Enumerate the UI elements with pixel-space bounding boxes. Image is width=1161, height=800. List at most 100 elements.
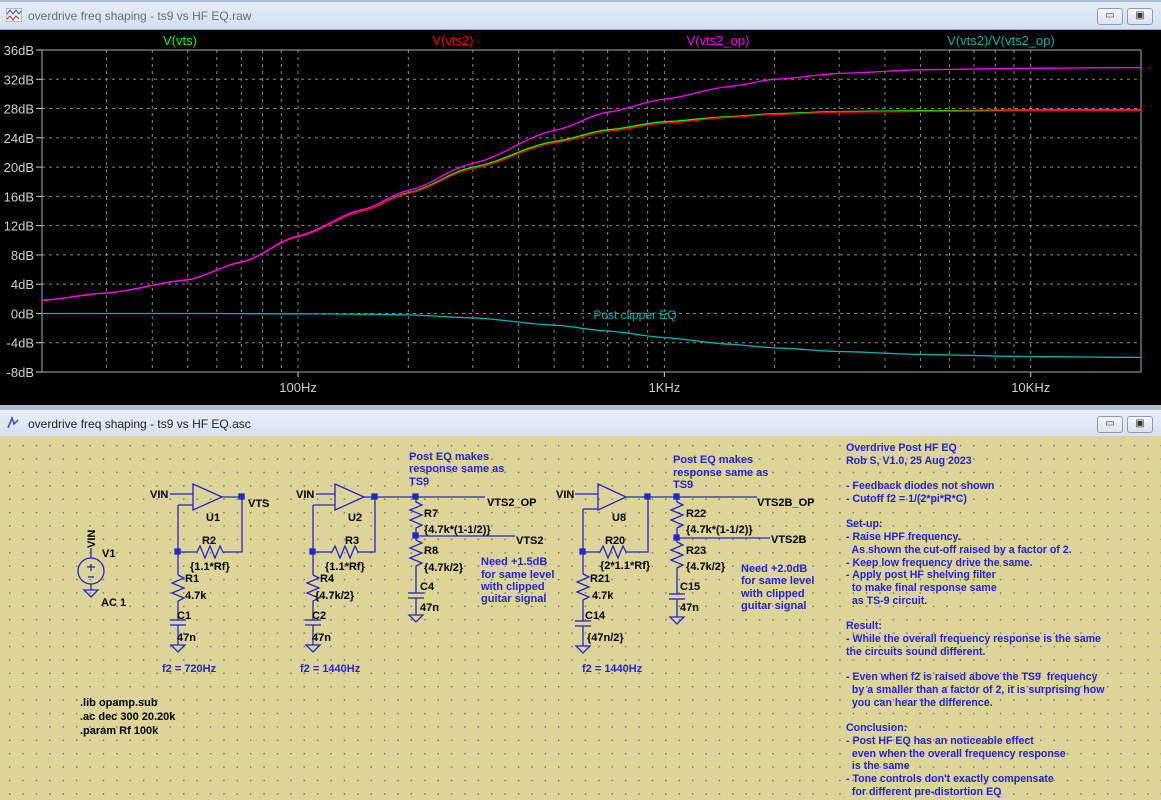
resistor-value: 4.7k (592, 590, 614, 602)
resistor-label: R23 (686, 545, 706, 557)
comment: TS9 (673, 479, 693, 491)
opamp-label: U2 (348, 512, 362, 524)
comment: Post EQ makes (409, 451, 489, 463)
y-tick-label: 12dB (4, 219, 34, 234)
capacitor-value: 47n (312, 632, 331, 644)
schematic-window-title: overdrive freq shaping - ts9 vs HF EQ.as… (28, 417, 251, 431)
plot-window-titlebar[interactable]: overdrive freq shaping - ts9 vs HF EQ.ra… (0, 2, 1161, 30)
capacitor-value: 47n (420, 602, 439, 614)
v1-value: AC 1 (101, 597, 126, 609)
comment: with clipped (740, 588, 805, 600)
resistor-value: {2*1.1*Rf} (600, 560, 651, 572)
maximize-button[interactable]: ▣ (1127, 416, 1153, 433)
opamp-label: U8 (612, 512, 626, 524)
f2-comment: f2 = 720Hz (162, 663, 217, 675)
series-line-2 (41, 66, 1142, 301)
net-label-vts2b-op: VTS2B_OP (757, 497, 814, 509)
net-label-vts2b: VTS2B (771, 534, 807, 546)
plot-frame (41, 49, 1142, 373)
y-tick-label: 24dB (4, 131, 34, 146)
y-tick-label: 0dB (11, 306, 34, 321)
waveform-icon (6, 8, 22, 22)
resistor-label: R3 (345, 535, 359, 547)
resistor-value: {4.7k/2} (315, 590, 355, 602)
net-label-vin: VIN (150, 489, 168, 501)
v1-label: V1 (102, 548, 115, 560)
comment: guitar signal (741, 600, 806, 612)
y-tick-label: -4dB (7, 336, 34, 351)
schematic-window-titlebar[interactable]: overdrive freq shaping - ts9 vs HF EQ.as… (0, 410, 1161, 438)
resistor-r20 (583, 497, 649, 560)
comment: Post EQ makes (673, 454, 753, 466)
comment: Need +2.0dB (741, 563, 807, 575)
capacitor-label: C14 (585, 610, 606, 622)
legend-label: V(vts2)/V(vts2_op) (947, 33, 1055, 48)
spice-directive[interactable]: .lib opamp.sub (80, 697, 158, 709)
legend-label: V(vts2_op) (687, 33, 750, 48)
capacitor-label: C2 (312, 610, 326, 622)
resistor-label: R7 (424, 508, 438, 520)
legend-label: V(vts2) (432, 33, 473, 48)
comment: guitar signal (481, 593, 546, 605)
opamp-u2 (334, 482, 366, 512)
net-label-vts: VTS (248, 498, 269, 510)
net-label-vin: VIN (556, 489, 574, 501)
x-tick-label: 100Hz (279, 380, 317, 395)
capacitor-value: 47n (177, 632, 196, 644)
legend-label: V(vts) (163, 33, 197, 48)
comment: response same as (409, 463, 504, 475)
y-tick-label: 36dB (4, 43, 34, 58)
f2-comment: f2 = 1440Hz (582, 663, 643, 675)
design-notes: Overdrive Post HF EQ Rob S, V1.0, 25 Aug… (846, 442, 1105, 798)
resistor-label: R8 (424, 545, 438, 557)
capacitor-label: C15 (680, 581, 700, 593)
spice-directive[interactable]: .ac dec 300 20.20k (80, 711, 175, 723)
bode-plot: 36dB 32dB 28dB 24dB 20dB 16dB 12dB 8dB 4dB 0dB -4d… (4, 33, 1142, 395)
comment: TS9 (409, 476, 429, 488)
series-line-3 (42, 312, 1142, 359)
resistor-value: {1.1*Rf} (325, 561, 365, 573)
y-tick-label: -8dB (7, 365, 34, 380)
capacitor-label: C1 (177, 610, 191, 622)
series-line-0 (41, 109, 1142, 301)
resistor-value: {4.7k*(1-1/2)} (424, 524, 491, 536)
resistor-label: R22 (686, 508, 706, 520)
y-tick-label: 16dB (4, 189, 34, 204)
opamp-u1 (192, 482, 224, 512)
y-tick-label: 20dB (4, 160, 34, 175)
resistor-label: R21 (590, 573, 610, 585)
resistor-label: R20 (605, 535, 625, 547)
resistor-value: {4.7k/2} (424, 562, 464, 574)
v1-node-label: VIN (86, 530, 98, 548)
resistor-label: R1 (185, 573, 199, 585)
opamp-label: U1 (206, 512, 220, 524)
f2-comment: f2 = 1440Hz (300, 663, 361, 675)
schematic-canvas[interactable]: VIN V1 AC 1 VIN VTS U1 R2 {1.1*Rf} R1 4.… (0, 436, 1161, 800)
resistor-label: R2 (202, 535, 216, 547)
maximize-button[interactable]: ▣ (1127, 8, 1153, 25)
net-label-vin: VIN (296, 489, 314, 501)
minimize-button[interactable]: ▭ (1097, 8, 1123, 25)
x-tick-label: 1KHz (648, 380, 680, 395)
minimize-button[interactable]: ▭ (1097, 416, 1123, 433)
resistor-value: {1.1*Rf} (190, 561, 230, 573)
series-line-1 (41, 110, 1142, 301)
y-tick-label: 4dB (11, 277, 34, 292)
comment: Need +1.5dB (481, 556, 547, 568)
capacitor-value: {47n/2} (587, 632, 624, 644)
comment: with clipped (480, 581, 545, 593)
opamp-u8 (597, 482, 628, 512)
comment: for same level (741, 575, 814, 587)
voltage-source-v1[interactable] (77, 548, 105, 598)
comment: response same as (673, 467, 768, 479)
spice-directive[interactable]: .param Rf 100k (80, 725, 158, 737)
net-label-vts2: VTS2 (516, 535, 544, 547)
waveform-plot[interactable]: 36dB 32dB 28dB 24dB 20dB 16dB 12dB 8dB 4dB 0dB -4d… (0, 30, 1161, 405)
capacitor-label: C4 (420, 581, 435, 593)
y-tick-label: 32dB (4, 72, 34, 87)
y-tick-label: 28dB (4, 102, 34, 117)
plot-window-title: overdrive freq shaping - ts9 vs HF EQ.ra… (28, 9, 252, 23)
resistor-label: R4 (320, 573, 335, 585)
ltspice-icon (7, 416, 19, 429)
plot-annotation: Post clipper EQ (593, 308, 676, 322)
